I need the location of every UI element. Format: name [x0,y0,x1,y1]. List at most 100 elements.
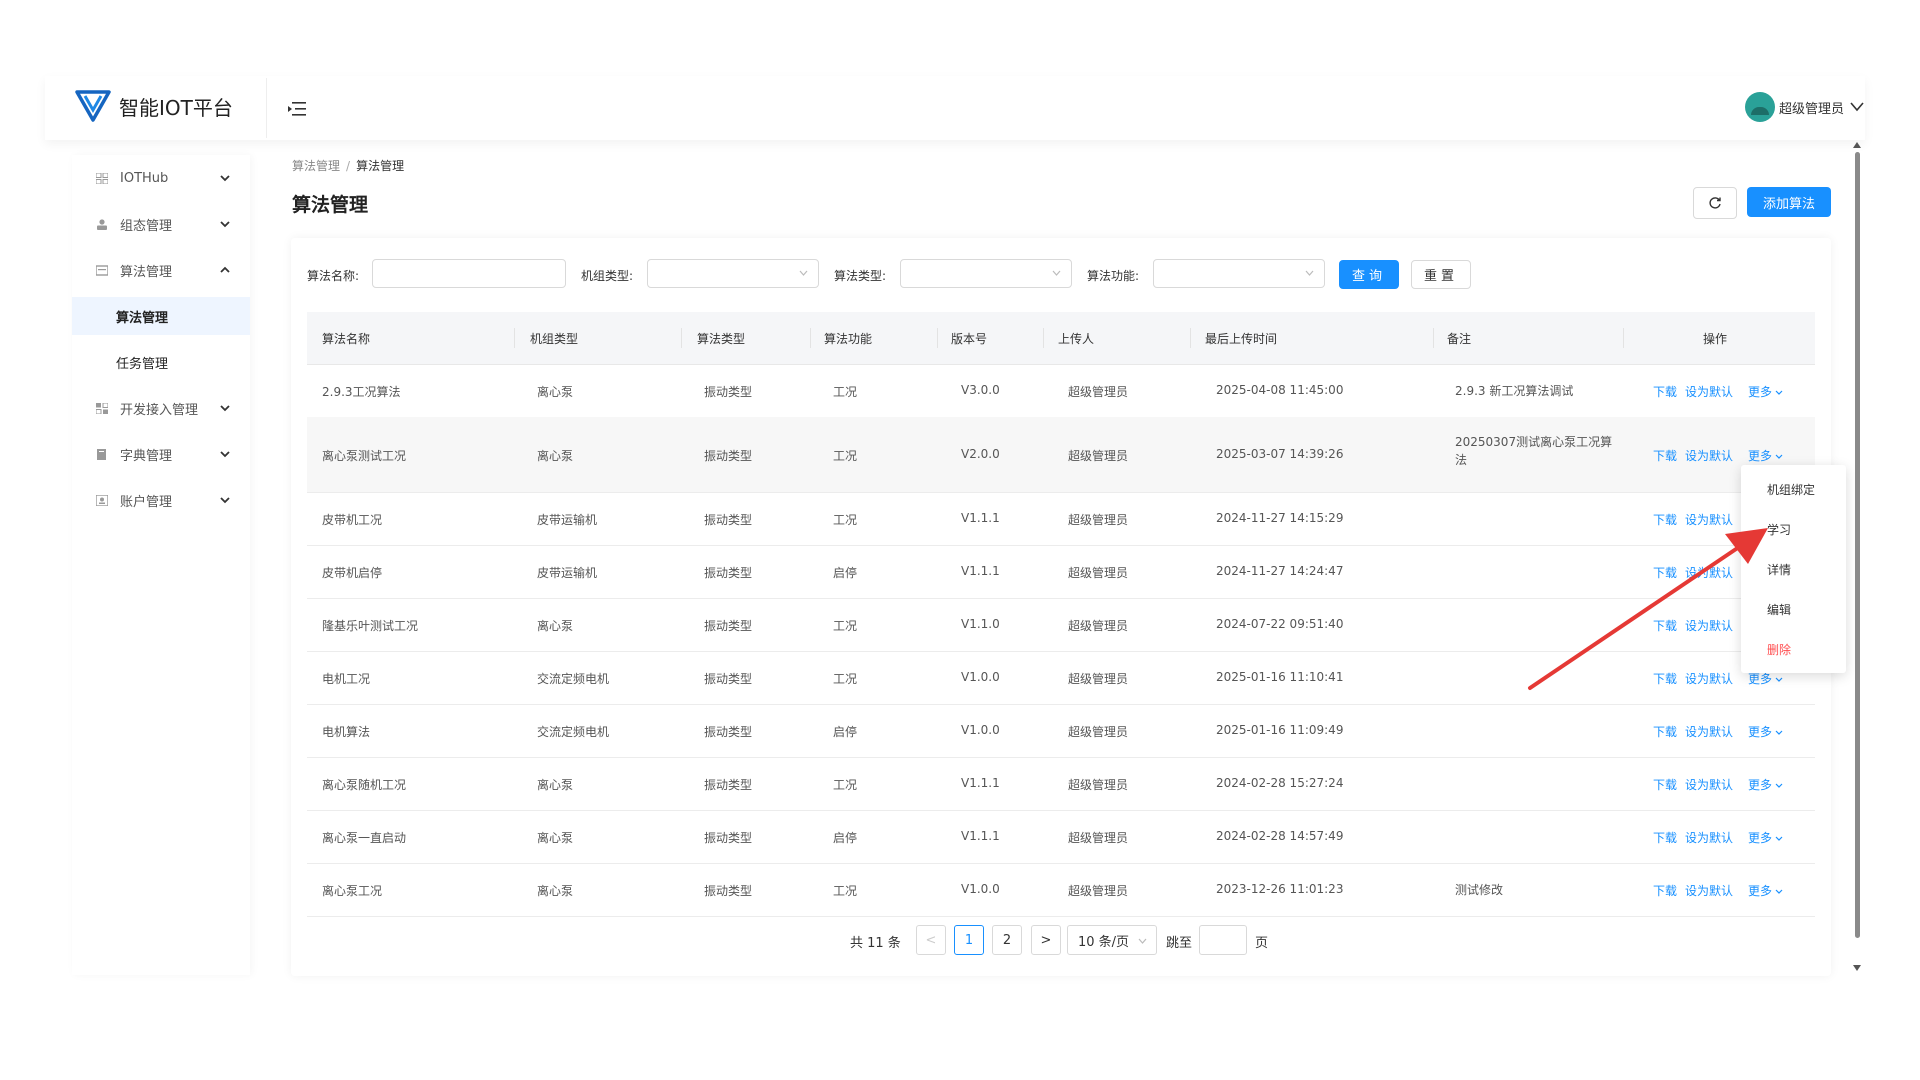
cell-remark: 20250307测试离心泵工况算法 [1455,435,1613,467]
chevron-down-icon [220,497,230,504]
table-row: 离心泵一直启动 离心泵 振动类型 启停 V1.1.1 超级管理员 2024-02-28 14… [307,810,1815,864]
reset-button[interactable]: 重置 [1411,260,1471,289]
annotation-arrow-icon [1528,528,1768,690]
cell-uploader: 超级管理员 [1068,778,1129,792]
cell-time: 2024-02-28 15:27:24 [1216,776,1344,790]
download-link-label: 下载 [1653,725,1678,739]
cell-name: 电机算法 [322,725,371,739]
chevron-down-icon [1775,390,1783,395]
chevron-down-icon [799,270,808,276]
pagination-page-2[interactable]: 2 [992,925,1022,955]
chevron-down-icon [220,405,230,412]
table-header: 算法名称 机组类型 算法类型 算法功能 版本号 上传人 最后上传时间 备注 操作 [307,312,1815,365]
sidebar-item-algorithm[interactable]: 算法管理 [72,250,250,290]
more-dropdown-link[interactable]: 更多 [1748,882,1783,899]
refresh-button[interactable] [1693,187,1737,219]
set-default-link[interactable]: 设为默认 [1685,383,1733,400]
pagination-next-button[interactable]: > [1031,925,1061,955]
menu-item-bind-unit[interactable]: 机组绑定 [1741,470,1846,508]
scroll-down-arrow-icon[interactable] [1853,965,1861,971]
column-header: 上传人 [1058,332,1095,346]
breadcrumb: 算法管理 / 算法管理 [292,157,404,174]
set-default-link[interactable]: 设为默认 [1685,882,1733,899]
jump-to-label: 跳至 [1166,936,1193,951]
cell-uploader: 超级管理员 [1068,831,1129,845]
cell-func: 工况 [833,778,858,792]
column-header: 操作 [1703,332,1728,346]
set-default-link[interactable]: 设为默认 [1685,447,1733,464]
sidebar-subitem-task[interactable]: 任务管理 [72,343,250,381]
column-header: 版本号 [951,332,988,346]
cell-type: 振动类型 [704,513,753,527]
page-size-select[interactable]: 10 条/页 [1067,925,1157,955]
sidebar-item-label: 账户管理 [120,494,173,510]
sidebar-item-account[interactable]: 账户管理 [72,480,250,520]
app-window: 智能IOT平台 超级管理员 IOTHub 组态管理 算法管理 算法管理 任务管理… [0,0,1920,1080]
jump-page-input[interactable] [1199,925,1247,955]
cell-type: 振动类型 [704,831,753,845]
download-link[interactable]: 下载 [1653,723,1677,740]
sidebar-item-dictionary[interactable]: 字典管理 [72,434,250,474]
download-link[interactable]: 下载 [1653,776,1677,793]
more-dropdown-link-label: 更多 [1748,831,1773,845]
chevron-down-icon [1775,730,1783,735]
menu-collapse-icon[interactable] [287,100,307,118]
set-default-link-label: 设为默认 [1685,725,1734,739]
column-header: 算法类型 [697,332,746,346]
more-dropdown-link-label: 更多 [1748,449,1773,463]
sidebar-item-config[interactable]: 组态管理 [72,204,250,244]
more-dropdown-link[interactable]: 更多 [1748,383,1783,400]
cell-version: V1.1.1 [961,564,1000,578]
download-link[interactable]: 下载 [1653,447,1677,464]
algorithm-type-select[interactable] [900,259,1072,288]
cell-name: 皮带机工况 [322,513,383,527]
user-menu[interactable]: 超级管理员 [1744,92,1864,122]
book-icon [97,448,106,460]
download-link[interactable]: 下载 [1653,882,1677,899]
cell-func: 工况 [833,672,858,686]
more-dropdown-link[interactable]: 更多 [1748,723,1783,740]
more-dropdown-link[interactable]: 更多 [1748,776,1783,793]
scroll-up-arrow-icon[interactable] [1853,142,1861,148]
pagination-prev-button[interactable]: < [916,925,946,955]
algorithm-name-input[interactable] [372,259,566,288]
set-default-link-label: 设为默认 [1685,884,1734,898]
breadcrumb-current: 算法管理 [356,159,405,173]
chevron-down-icon [220,451,230,458]
cell-time: 2025-04-08 11:45:00 [1216,383,1344,397]
breadcrumb-separator: / [346,159,351,173]
sidebar-item-label: 字典管理 [120,448,173,464]
sidebar-item-iothub[interactable]: IOTHub [72,158,250,198]
cell-version: V1.1.0 [961,617,1000,631]
column-divider [937,328,938,348]
scrollbar-thumb[interactable] [1855,152,1860,938]
set-default-link[interactable]: 设为默认 [1685,829,1733,846]
download-link[interactable]: 下载 [1653,383,1677,400]
table-row: 2.9.3工况算法 离心泵 振动类型 工况 V3.0.0 超级管理员 2025-04-08 … [307,364,1815,418]
cell-name: 离心泵一直启动 [322,831,407,845]
page-size-value: 10 条/页 [1078,934,1130,950]
set-default-link[interactable]: 设为默认 [1685,776,1733,793]
unit-type-select[interactable] [647,259,819,288]
cell-uploader: 超级管理员 [1068,566,1129,580]
set-default-link[interactable]: 设为默认 [1685,723,1733,740]
table-row: 离心泵测试工况 离心泵 振动类型 工况 V2.0.0 超级管理员 2025-03-07 14… [307,417,1815,493]
add-algorithm-button[interactable]: 添加算法 [1747,187,1831,217]
cell-name: 离心泵测试工况 [322,449,407,463]
cell-name: 离心泵随机工况 [322,778,407,792]
sidebar-subitem-algorithm[interactable]: 算法管理 [72,297,250,335]
breadcrumb-parent[interactable]: 算法管理 [292,159,340,173]
cell-type: 振动类型 [704,725,753,739]
algorithm-function-select[interactable] [1153,259,1325,288]
app-logo[interactable]: 智能IOT平台 [75,88,233,124]
cell-type: 振动类型 [704,884,753,898]
column-divider [681,328,682,348]
more-dropdown-link[interactable]: 更多 [1748,829,1783,846]
filter-unit-type-label: 机组类型: [581,269,634,283]
sidebar-item-dev-access[interactable]: 开发接入管理 [72,388,250,428]
pagination-page-1[interactable]: 1 [954,925,984,955]
logo-icon [75,90,111,122]
query-button[interactable]: 查询 [1339,260,1399,289]
more-dropdown-link[interactable]: 更多 [1748,447,1783,464]
download-link[interactable]: 下载 [1653,829,1677,846]
